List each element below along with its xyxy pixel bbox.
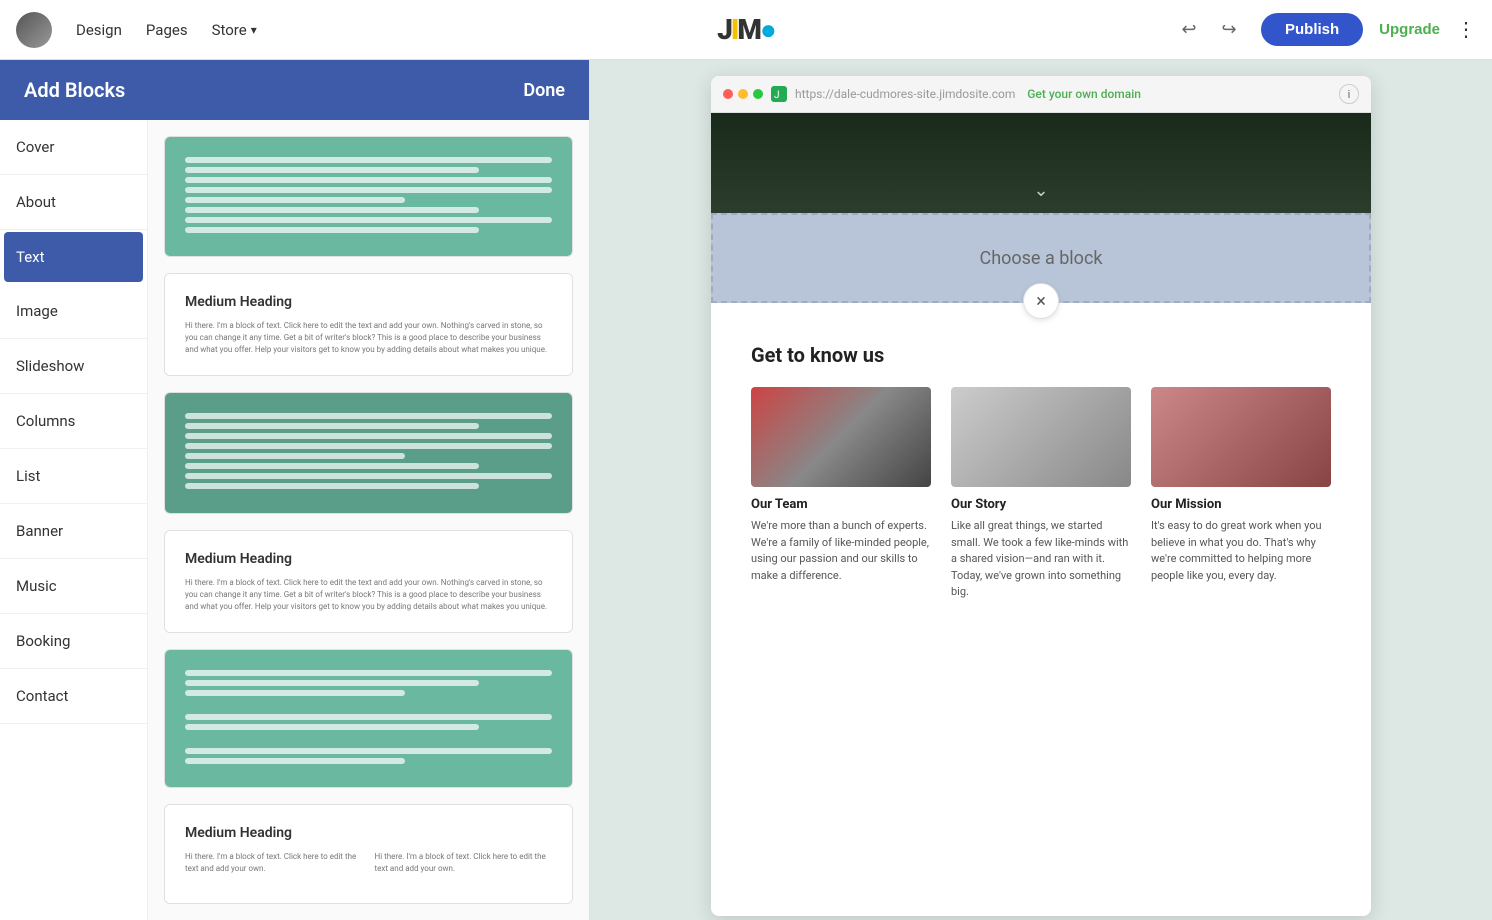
mission-desc: It's easy to do great work when you beli… [1151, 518, 1331, 584]
text-block-preview-6[interactable]: Medium Heading Hi there. I'm a block of … [164, 804, 573, 904]
top-navigation: Design Pages Store ▾ JIM● ↩ ↪ Publish Up… [0, 0, 1492, 60]
close-dot [723, 89, 733, 99]
sidebar-item-image[interactable]: Image [0, 284, 147, 339]
minimize-dot [738, 89, 748, 99]
sidebar-item-columns[interactable]: Columns [0, 394, 147, 449]
undo-button[interactable]: ↩ [1173, 14, 1205, 46]
info-button[interactable]: i [1339, 84, 1359, 104]
choose-block-label: Choose a block [979, 248, 1102, 269]
jimdo-logo: JIM● [717, 13, 775, 46]
browser-url-bar: https://dale-cudmores-site.jimdosite.com… [795, 87, 1331, 101]
about-card-team: Our Team We're more than a bunch of expe… [751, 387, 931, 601]
choose-block-area[interactable]: Choose a block × [711, 213, 1371, 303]
about-section-title: Get to know us [751, 343, 1331, 367]
sidebar-item-music[interactable]: Music [0, 559, 147, 614]
store-dropdown-icon: ▾ [251, 23, 257, 37]
nav-left: Design Pages Store ▾ [16, 12, 257, 48]
maximize-dot [753, 89, 763, 99]
sidebar-title: Add Blocks [24, 78, 125, 102]
pages-nav-link[interactable]: Pages [146, 21, 188, 39]
sidebar-item-banner[interactable]: Banner [0, 504, 147, 559]
story-desc: Like all great things, we started small.… [951, 518, 1131, 601]
nav-right: ↩ ↪ Publish Upgrade ⋮ [1173, 13, 1476, 46]
mission-label: Our Mission [1151, 497, 1331, 512]
site-preview-panel: J https://dale-cudmores-site.jimdosite.c… [590, 60, 1492, 920]
browser-content: ⌄ Choose a block × Get to know us Our Te… [711, 113, 1371, 916]
story-image [951, 387, 1131, 487]
team-desc: We're more than a bunch of experts. We'r… [751, 518, 931, 584]
sidebar-item-text[interactable]: Text [4, 232, 143, 282]
add-blocks-sidebar: Add Blocks Done Cover About Text Image S… [0, 60, 590, 920]
about-card-mission: Our Mission It's easy to do great work w… [1151, 387, 1331, 601]
site-cover-section: ⌄ [711, 113, 1371, 213]
sidebar-header: Add Blocks Done [0, 60, 589, 120]
url-text: https://dale-cudmores-site.jimdosite.com [795, 87, 1015, 101]
avatar[interactable] [16, 12, 52, 48]
text-block-preview-3[interactable] [164, 392, 573, 513]
story-label: Our Story [951, 497, 1131, 512]
design-nav-link[interactable]: Design [76, 21, 122, 39]
browser-window: J https://dale-cudmores-site.jimdosite.c… [711, 76, 1371, 916]
block-previews-panel: Medium Heading Hi there. I'm a block of … [148, 120, 589, 920]
mission-image [1151, 387, 1331, 487]
sidebar-item-cover[interactable]: Cover [0, 120, 147, 175]
logo-center: JIM● [717, 13, 775, 46]
sidebar-item-slideshow[interactable]: Slideshow [0, 339, 147, 394]
get-own-domain-link[interactable]: Get your own domain [1027, 87, 1141, 101]
text-block-preview-2[interactable]: Medium Heading Hi there. I'm a block of … [164, 273, 573, 376]
publish-button[interactable]: Publish [1261, 13, 1363, 46]
sidebar-item-list[interactable]: List [0, 449, 147, 504]
redo-button[interactable]: ↪ [1213, 14, 1245, 46]
close-choose-block-button[interactable]: × [1023, 283, 1059, 319]
main-layout: Add Blocks Done Cover About Text Image S… [0, 60, 1492, 920]
store-nav-link[interactable]: Store ▾ [212, 21, 257, 39]
team-label: Our Team [751, 497, 931, 512]
text-block-preview-4[interactable]: Medium Heading Hi there. I'm a block of … [164, 530, 573, 633]
sidebar-item-about[interactable]: About [0, 175, 147, 230]
about-card-story: Our Story Like all great things, we star… [951, 387, 1131, 601]
block-category-nav: Cover About Text Image Slideshow Columns… [0, 120, 148, 920]
done-button[interactable]: Done [523, 80, 565, 101]
browser-favicon: J [771, 86, 787, 102]
sidebar-body: Cover About Text Image Slideshow Columns… [0, 120, 589, 920]
sidebar-item-booking[interactable]: Booking [0, 614, 147, 669]
upgrade-button[interactable]: Upgrade [1379, 21, 1440, 38]
browser-bar: J https://dale-cudmores-site.jimdosite.c… [711, 76, 1371, 113]
svg-text:J: J [774, 90, 780, 101]
scroll-down-arrow: ⌄ [1033, 180, 1048, 201]
team-image [751, 387, 931, 487]
undo-redo-group: ↩ ↪ [1173, 14, 1245, 46]
text-block-preview-1[interactable] [164, 136, 573, 257]
more-options-button[interactable]: ⋮ [1456, 17, 1476, 42]
sidebar-item-contact[interactable]: Contact [0, 669, 147, 724]
text-block-preview-5[interactable] [164, 649, 573, 788]
site-about-section: Get to know us Our Team We're more than … [711, 303, 1371, 633]
browser-traffic-lights [723, 89, 763, 99]
about-cards-container: Our Team We're more than a bunch of expe… [751, 387, 1331, 601]
